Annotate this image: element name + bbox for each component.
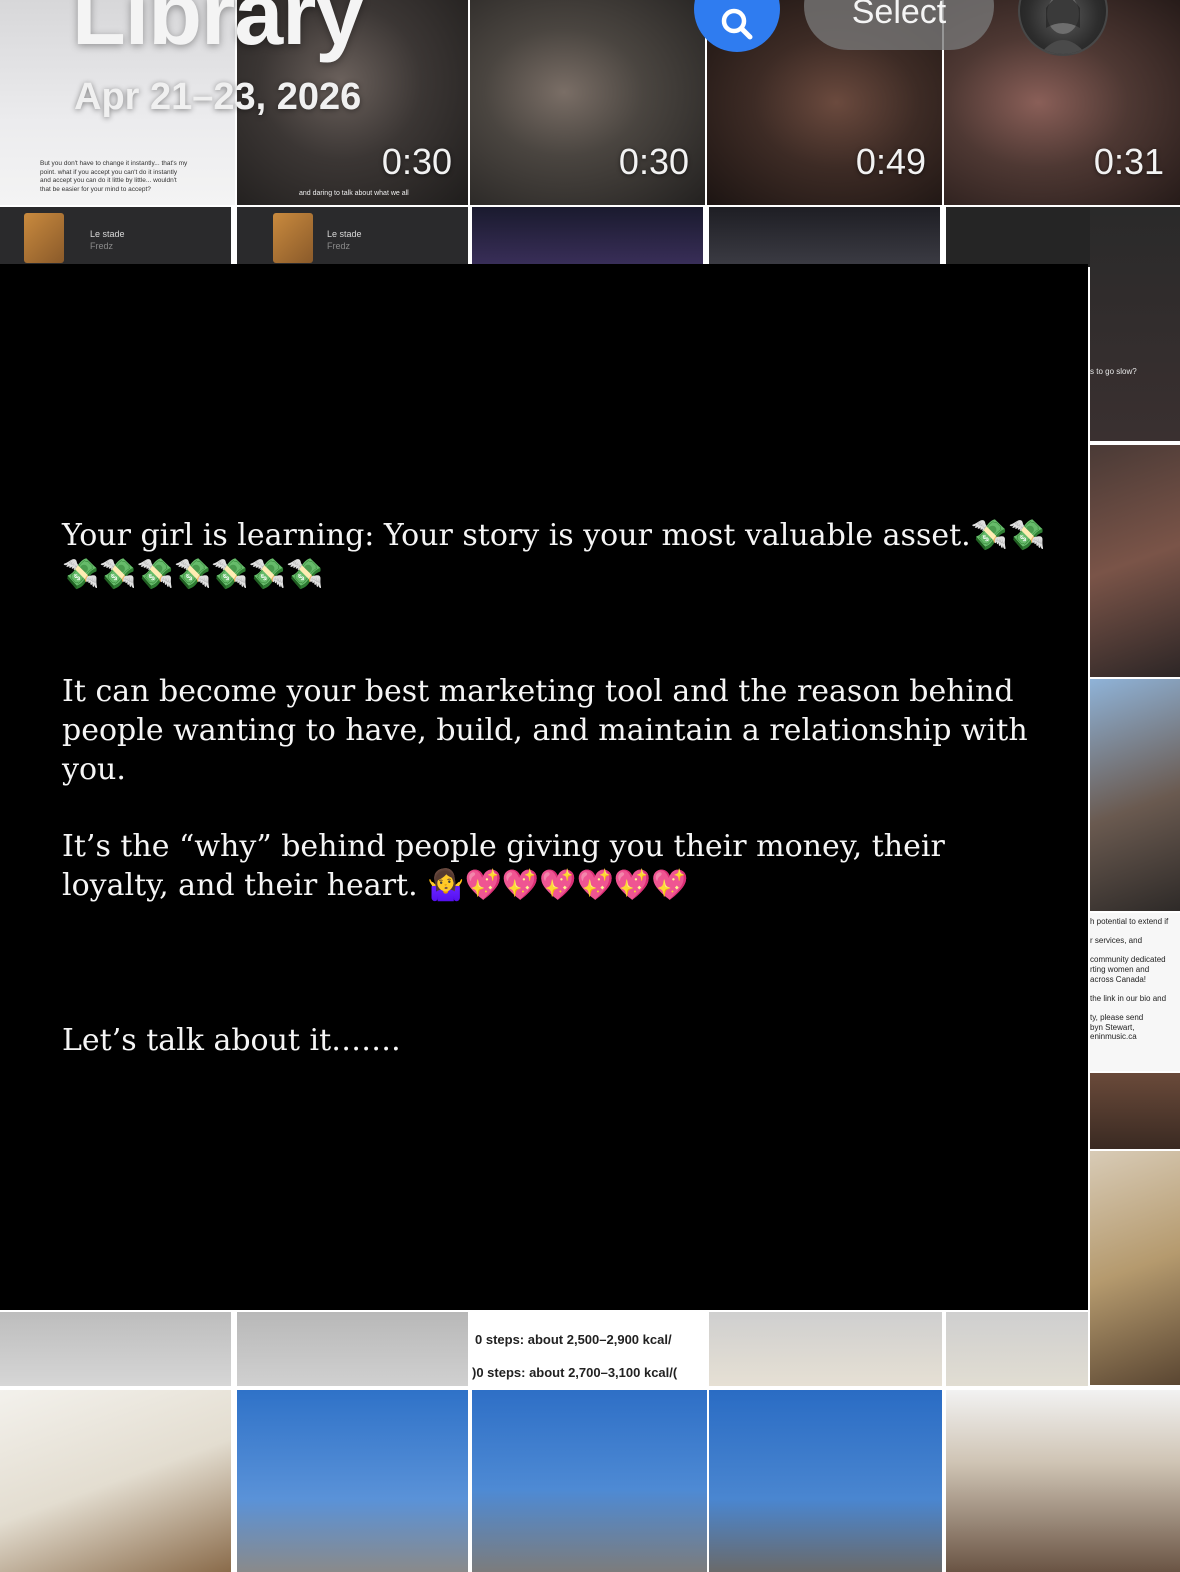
grid-tile-right-1[interactable]: s to go slow?	[1090, 207, 1180, 441]
grid-tile-8[interactable]	[472, 207, 703, 267]
tile-caption-fragment: and daring to talk about what we all	[299, 190, 409, 197]
grid-tile-16[interactable]	[0, 1390, 231, 1572]
post-paragraph: Your girl is learning: Your story is you…	[62, 518, 1046, 592]
post-paragraph: It’s the “why” behind people giving you …	[62, 829, 945, 903]
video-duration: 0:30	[618, 141, 689, 182]
grid-tile-17[interactable]	[237, 1390, 468, 1572]
page-title: Library	[72, 0, 364, 63]
first-tile-text: But you don't have to change it instantl…	[40, 160, 188, 193]
grid-tile-right-2[interactable]	[1090, 445, 1180, 677]
tile-snippet: h potential to extend if r services, and…	[1090, 917, 1169, 1042]
date-range: Apr 21–23, 2026	[74, 76, 362, 118]
post-overlay: Your girl is learning: Your story is you…	[0, 264, 1088, 1310]
grid-tile-right-3[interactable]	[1090, 679, 1180, 911]
grid-tile-15[interactable]	[946, 1312, 1088, 1386]
grid-tile-13[interactable]: 0 steps: about 2,500–2,900 kcal/ )0 step…	[472, 1312, 707, 1386]
grid-tile-20[interactable]	[946, 1390, 1180, 1572]
search-icon	[721, 8, 753, 40]
grid-tile-right-6[interactable]	[1090, 1151, 1180, 1385]
grid-tile-14[interactable]	[709, 1312, 942, 1386]
video-duration: 0:30	[381, 141, 452, 182]
grid-tile-right-5[interactable]	[1090, 1073, 1180, 1149]
post-paragraph: It can become your best marketing tool a…	[62, 674, 1028, 787]
tile-snippet: s to go slow?	[1090, 367, 1137, 376]
grid-tile-9[interactable]	[709, 207, 940, 267]
grid-tile-7[interactable]: Le stade Fredz	[237, 207, 468, 267]
grid-tile-18[interactable]	[472, 1390, 707, 1572]
tile-caption: Le stade Fredz	[327, 229, 362, 251]
kcal-line: )0 steps: about 2,700–3,100 kcal/(	[472, 1365, 678, 1380]
grid-tile-right-4[interactable]: h potential to extend if r services, and…	[1090, 913, 1180, 1071]
select-button[interactable]: Select	[804, 0, 994, 50]
grid-tile-19[interactable]	[709, 1390, 942, 1572]
grid-tile-6[interactable]: Le stade Fredz	[0, 207, 231, 267]
grid-tile-12[interactable]	[237, 1312, 468, 1386]
kcal-line: 0 steps: about 2,500–2,900 kcal/	[475, 1332, 672, 1347]
post-paragraph: Let’s talk about it…….	[62, 1023, 401, 1058]
grid-tile-3[interactable]: 0:30	[470, 0, 705, 205]
grid-tile-11[interactable]	[0, 1312, 231, 1386]
tile-caption: Le stade Fredz	[90, 229, 125, 251]
video-duration: 0:49	[855, 141, 926, 182]
video-duration: 0:31	[1093, 141, 1164, 182]
